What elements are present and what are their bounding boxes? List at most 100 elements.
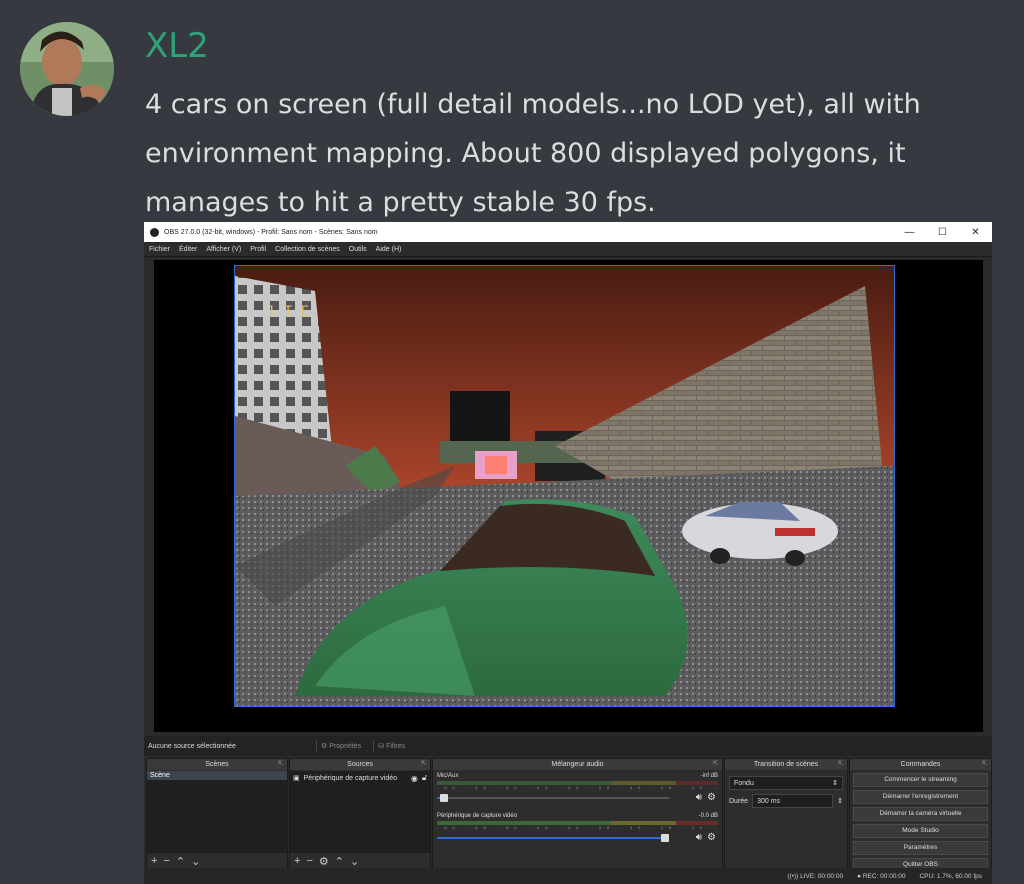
channel-level: -0.0 dB <box>698 813 718 819</box>
scenes-dock: Scènes ⇱ Scène + − ⌃ ⌄ <box>146 758 288 870</box>
mixer-channel: Périphérique de capture vidéo -0.0 dB -60… <box>437 813 718 851</box>
scenes-title: Scènes <box>205 761 229 768</box>
maximize-button[interactable]: ☐ <box>926 227 959 238</box>
undock-icon[interactable]: ⇱ <box>278 759 283 770</box>
list-item[interactable]: Scène <box>147 771 287 780</box>
speaker-icon[interactable]: 🔊︎ <box>696 832 702 843</box>
filters-button[interactable]: ⛁ Filtres <box>373 740 409 752</box>
duration-value: 300 ms <box>757 797 781 805</box>
controls-title: Commandes <box>900 761 941 768</box>
undock-icon[interactable]: ⇱ <box>421 759 426 770</box>
menu-scene-collection[interactable]: Collection de scènes <box>275 246 340 253</box>
filter-icon: ⛁ <box>378 743 385 750</box>
transitions-title: Transition de scènes <box>753 761 819 768</box>
move-up-icon[interactable]: ⌃ <box>176 855 185 868</box>
message-line: environment mapping. About 800 displayed… <box>145 138 906 169</box>
message-line: manages to hit a pretty stable 30 fps. <box>145 187 656 218</box>
duration-label: Durée <box>729 797 749 805</box>
move-down-icon[interactable]: ⌄ <box>350 855 359 868</box>
gear-icon[interactable]: ⚙ <box>707 792 716 803</box>
source-label: Périphérique de capture vidéo <box>303 774 398 782</box>
move-down-icon[interactable]: ⌄ <box>191 855 200 868</box>
menu-tools[interactable]: Outils <box>349 246 367 253</box>
remove-source-icon[interactable]: − <box>306 855 312 867</box>
transitions-dock-title: Transition de scènes ⇱ <box>725 759 847 770</box>
volume-knob[interactable] <box>661 834 669 842</box>
record-dot-icon: ● <box>857 872 862 880</box>
menu-bar: Fichier Éditer Afficher (V) Profil Colle… <box>144 242 992 257</box>
live-time: LIVE: 00:00:00 <box>800 872 844 880</box>
no-source-selected-label: Aucune source sélectionnée <box>148 742 236 750</box>
spin-icon[interactable]: ⇕ <box>837 797 843 805</box>
meter-ticks: -60 -55 -50 -45 -40 -35 -30 -25 -20 -15 … <box>437 825 718 829</box>
volume-slider[interactable] <box>437 834 669 842</box>
game-scene-image: 1 T E <box>235 266 894 706</box>
obs-screenshot[interactable]: OBS 27.0.0 (32-bit, windows) - Profil: S… <box>144 222 992 884</box>
game-capture: 1 T E <box>234 265 895 707</box>
undock-icon[interactable]: ⇱ <box>982 759 987 770</box>
filters-label: Filtres <box>386 742 406 750</box>
close-button[interactable]: ✕ <box>959 227 992 238</box>
menu-view[interactable]: Afficher (V) <box>206 246 241 253</box>
sources-dock: Sources ⇱ ▣ Périphérique de capture vidéo… <box>289 758 431 870</box>
sources-title: Sources <box>347 761 373 768</box>
minimize-button[interactable]: — <box>893 227 926 238</box>
undock-icon[interactable]: ⇱ <box>713 759 718 770</box>
menu-edit[interactable]: Éditer <box>179 246 197 253</box>
start-streaming-button[interactable]: Commencer le streaming <box>853 773 988 787</box>
add-source-icon[interactable]: + <box>294 855 300 867</box>
volume-slider[interactable] <box>437 794 669 802</box>
rec-time: REC: 00:00:00 <box>862 872 906 880</box>
gear-icon[interactable]: ⚙ <box>319 855 329 868</box>
transitions-dock: Transition de scènes ⇱ Fondu ⇕ Durée 300 … <box>724 758 848 870</box>
channel-name: Périphérique de capture vidéo <box>437 813 518 819</box>
volume-meter <box>437 781 718 785</box>
cpu-status: CPU: 1.7%, 60.00 fps <box>919 872 982 880</box>
channel-name: Mic/Aux <box>437 773 459 779</box>
properties-label: Propriétés <box>329 742 362 750</box>
eye-icon[interactable]: ◉ <box>411 774 418 783</box>
lock-icon[interactable]: 🔓︎ <box>422 773 427 783</box>
mixer-title: Mélangeur audio <box>551 761 604 768</box>
scenes-toolbar: + − ⌃ ⌄ <box>147 853 287 869</box>
user-avatar[interactable] <box>20 22 114 116</box>
volume-meter <box>437 821 718 825</box>
list-item[interactable]: ▣ Périphérique de capture vidéo ◉ 🔓︎ <box>290 771 430 785</box>
settings-button[interactable]: Paramètres <box>853 841 988 855</box>
add-scene-icon[interactable]: + <box>151 855 157 867</box>
preview-canvas[interactable]: 1 T E <box>154 260 983 732</box>
camera-icon: ▣ <box>293 775 300 782</box>
menu-help[interactable]: Aide (H) <box>376 246 402 253</box>
remove-scene-icon[interactable]: − <box>163 855 169 867</box>
move-up-icon[interactable]: ⌃ <box>335 855 344 868</box>
gear-icon[interactable]: ⚙ <box>707 832 716 843</box>
status-bar: ((•)) LIVE: 00:00:00 ● REC: 00:00:00 CPU… <box>144 868 992 884</box>
speaker-icon[interactable]: 🔊︎ <box>696 792 702 803</box>
obs-logo-icon <box>150 227 159 237</box>
menu-file[interactable]: Fichier <box>149 246 170 253</box>
chevron-updown-icon: ⇕ <box>832 780 838 787</box>
transition-select[interactable]: Fondu ⇕ <box>729 776 843 790</box>
broadcast-icon: ((•)) <box>787 872 799 880</box>
sources-dock-title: Sources ⇱ <box>290 759 430 770</box>
start-virtual-camera-button[interactable]: Démarrer la caméra virtuelle <box>853 807 988 821</box>
undock-icon[interactable]: ⇱ <box>838 759 843 770</box>
scenes-list: Scène <box>147 771 287 853</box>
live-status: ((•)) LIVE: 00:00:00 <box>787 873 843 880</box>
mixer-dock-title: Mélangeur audio ⇱ <box>433 759 722 770</box>
message-body: 4 cars on screen (full detail models...n… <box>145 80 1005 227</box>
properties-button[interactable]: ⚙ Propriétés <box>316 740 365 752</box>
start-recording-button[interactable]: Démarrer l'enregistrement <box>853 790 988 804</box>
volume-knob[interactable] <box>439 794 448 802</box>
message-line: 4 cars on screen (full detail models...n… <box>145 89 921 120</box>
duration-input[interactable]: 300 ms <box>752 794 834 808</box>
message-username[interactable]: XL2 <box>145 26 209 66</box>
controls-dock-title: Commandes ⇱ <box>850 759 991 770</box>
channel-level: -inf dB <box>700 773 718 779</box>
sources-toolbar: + − ⚙ ⌃ ⌄ <box>290 853 430 869</box>
rec-status: ● REC: 00:00:00 <box>857 873 905 880</box>
scenes-dock-title: Scènes ⇱ <box>147 759 287 770</box>
menu-profile[interactable]: Profil <box>250 246 266 253</box>
studio-mode-button[interactable]: Mode Studio <box>853 824 988 838</box>
mixer-channel: Mic/Aux -inf dB -60 -55 -50 -45 -40 -35 -… <box>437 773 718 811</box>
